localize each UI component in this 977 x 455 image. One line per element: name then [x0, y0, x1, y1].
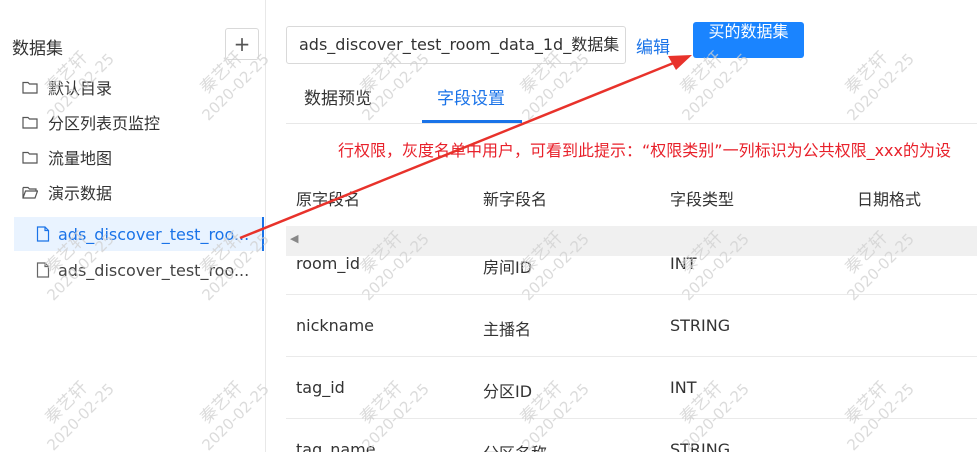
folder-label: 流量地图 [48, 149, 113, 168]
folder-open-icon [22, 186, 38, 199]
add-dataset-button[interactable]: + [225, 28, 259, 60]
column-header: 字段类型 [670, 190, 735, 209]
dataset-file-item[interactable]: ads_discover_test_roo... [14, 253, 264, 287]
folder-item-partition[interactable]: 分区列表页监控 [22, 109, 160, 135]
tab-data-preview[interactable]: 数据预览 [304, 84, 372, 109]
column-header: 原字段名 [296, 190, 361, 209]
watermark-name: 秦艺轩 [841, 47, 892, 99]
cell-original-name: tag_name [296, 440, 376, 452]
sidebar-title: 数据集 [12, 39, 63, 59]
folder-item-traffic[interactable]: 流量地图 [22, 144, 112, 170]
folder-icon [22, 81, 38, 94]
cell-new-name[interactable]: 分区名称 [483, 440, 547, 452]
edit-link[interactable]: 编辑 [636, 33, 670, 58]
cell-original-name: nickname [296, 316, 375, 335]
dataset-sidebar: 数据集 + 默认目录 分区列表页监控 流量地图 演示数据 ads_discove… [0, 0, 266, 452]
folder-label: 分区列表页监控 [48, 114, 161, 133]
cell-new-name[interactable]: 分区ID [483, 378, 532, 402]
tab-field-settings[interactable]: 字段设置 [437, 84, 505, 109]
folder-item-default[interactable]: 默认目录 [22, 74, 112, 100]
tab-divider [286, 123, 977, 124]
cell-field-type[interactable]: STRING [670, 440, 730, 452]
dataset-file-item-active[interactable]: ads_discover_test_roo... [14, 217, 264, 251]
cell-original-name: tag_id [296, 378, 345, 397]
watermark-date: 2020-02-25 [678, 49, 753, 125]
table-row: tag_id 分区ID INT [286, 356, 977, 419]
table-row: tag_name 分区名称 STRING [286, 418, 977, 452]
table-row: room_id 房间ID INT [286, 232, 977, 295]
table-header: 原字段名 新字段名 字段类型 日期格式 [286, 168, 977, 224]
cell-field-type[interactable]: STRING [670, 316, 730, 335]
column-header: 新字段名 [483, 190, 548, 209]
folder-icon [22, 151, 38, 164]
folder-icon [22, 116, 38, 129]
folder-item-demo[interactable]: 演示数据 [22, 179, 112, 205]
cell-field-type[interactable]: INT [670, 254, 696, 273]
cell-new-name[interactable]: 主播名 [483, 316, 531, 340]
watermark-date: 2020-02-25 [843, 49, 918, 125]
cell-original-name: room_id [296, 254, 360, 273]
column-header: 日期格式 [857, 190, 922, 209]
cell-new-name[interactable]: 房间ID [483, 254, 532, 278]
file-label: ads_discover_test_roo... [58, 260, 250, 280]
file-label: ads_discover_test_roo... [58, 224, 250, 244]
buy-dataset-button[interactable]: 买的数据集 [693, 22, 804, 58]
dataset-name-field[interactable]: ads_discover_test_room_data_1d_数据集 [286, 26, 626, 64]
table-row: nickname 主播名 STRING [286, 294, 977, 357]
watermark: 秦艺轩 2020-02-25 [829, 35, 919, 125]
permission-tip: 行权限，灰度名单中用户，可看到此提示：“权限类别”一列标识为公共权限_xxx的为… [338, 141, 951, 160]
folder-label: 演示数据 [48, 184, 113, 203]
folder-label: 默认目录 [48, 79, 113, 98]
file-icon [36, 262, 50, 278]
cell-field-type[interactable]: INT [670, 378, 696, 397]
file-icon [36, 226, 50, 242]
